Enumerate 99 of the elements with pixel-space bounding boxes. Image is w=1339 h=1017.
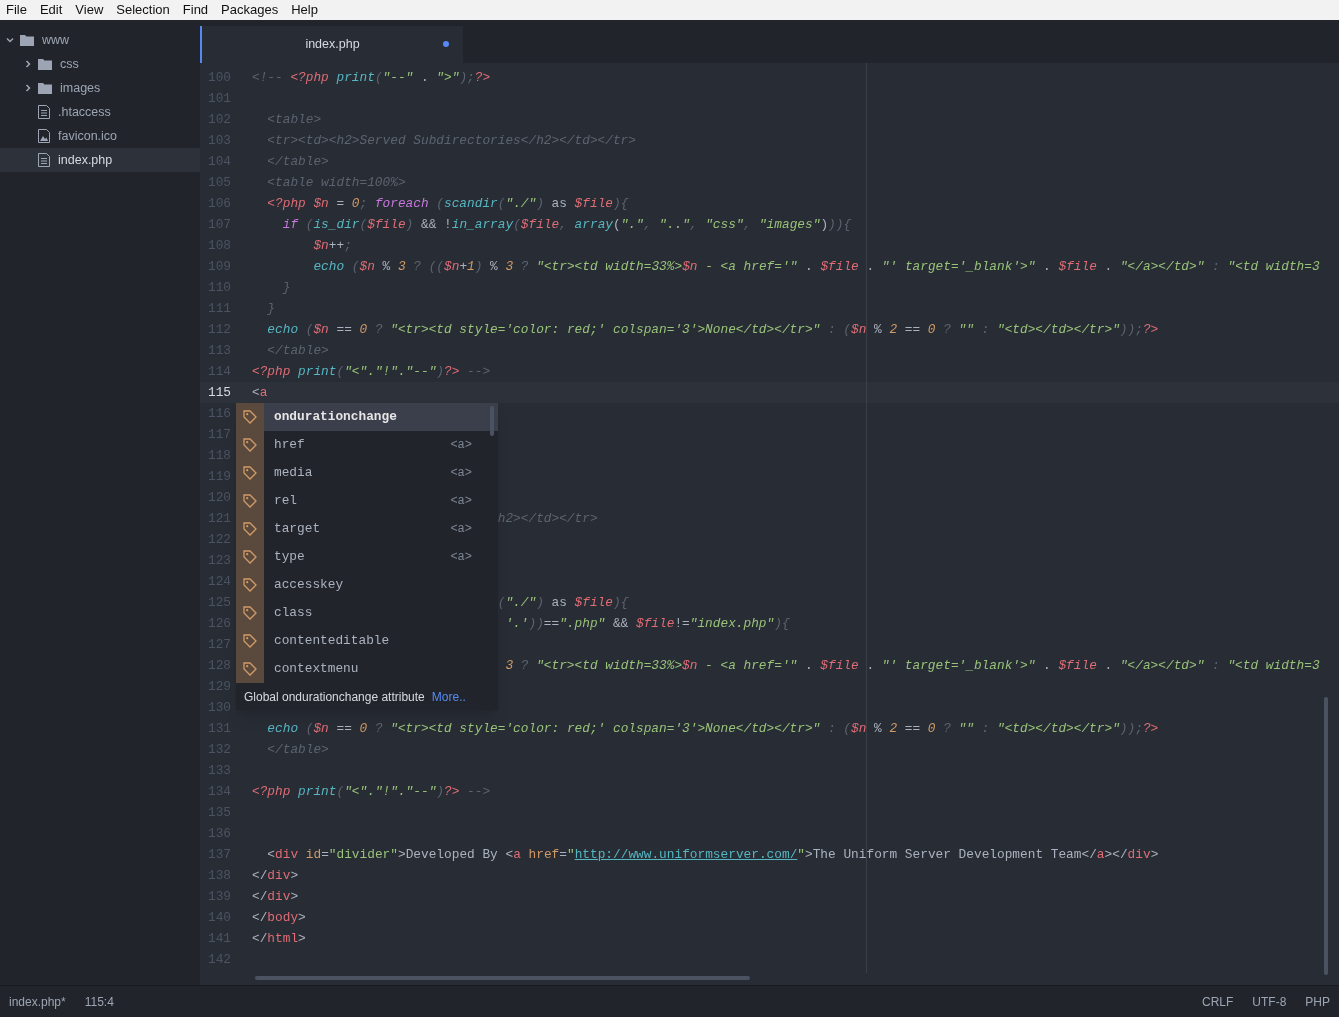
- tag-icon: [243, 634, 257, 648]
- folder-icon: [38, 58, 52, 70]
- file-name: css: [60, 55, 79, 73]
- suggestion-item[interactable]: contextmenu: [236, 655, 498, 683]
- suggestion-type: <a>: [450, 493, 472, 510]
- code-line: </table>: [267, 341, 329, 360]
- suggestion-type: <a>: [450, 521, 472, 538]
- file-icon: [38, 105, 50, 119]
- image-file-icon: [38, 129, 50, 143]
- suggestion-label: rel: [274, 492, 298, 511]
- tag-icon: [243, 466, 257, 480]
- code-line: </table>: [267, 152, 329, 171]
- suggestion-label: class: [274, 604, 313, 623]
- code-line: echo ($n % 3 ? (($n+1) % 3 ? "<tr><td width=33%>$n - <a href='" . $file . "' target='_blank'>" . $file . "</a></td>" : "<td width=3: [313, 257, 1320, 276]
- file-name: .htaccess: [58, 103, 111, 121]
- suggestion-item[interactable]: accesskey: [236, 571, 498, 599]
- code-line: <table width=100%>: [267, 173, 406, 192]
- status-text[interactable]: PHP: [1305, 992, 1330, 1011]
- code-line: </div>: [252, 887, 299, 906]
- code-line: $n++;: [313, 236, 352, 255]
- more-link[interactable]: More..: [431, 687, 466, 706]
- status-text[interactable]: UTF-8: [1252, 992, 1287, 1011]
- status-text[interactable]: index.php*: [9, 992, 66, 1011]
- tag-icon: [243, 410, 257, 424]
- code-line: <!-- <?php print("--" . ">");?>: [252, 68, 491, 87]
- suggestion-label: contextmenu: [274, 660, 359, 679]
- menu-item[interactable]: Edit: [39, 0, 63, 20]
- code-line: <?php print("<"."!"."--")?> -->: [252, 782, 491, 801]
- file-icon: [38, 153, 50, 167]
- tree-item[interactable]: images: [0, 76, 200, 100]
- file-name: images: [60, 79, 101, 97]
- suggestion-item[interactable]: class: [236, 599, 498, 627]
- suggestion-item[interactable]: media <a>: [236, 459, 498, 487]
- horizontal-scrollbar-thumb[interactable]: [255, 976, 750, 980]
- tag-icon: [243, 606, 257, 620]
- suggestion-description: Global ondurationchange attribute: [244, 688, 425, 706]
- code-line: <div id="divider">Developed By <a href="http://www.uniformserver.com/">The Uniform Server Development Team</a></div>: [267, 845, 1159, 864]
- suggestion-item[interactable]: contenteditable: [236, 627, 498, 655]
- suggestion-label: type: [274, 548, 305, 567]
- suggestion-label: contenteditable: [274, 632, 390, 651]
- code-line: if (is_dir($file) && !in_array($file, array(".", "..", "css", "images"))){: [282, 215, 852, 234]
- suggestion-label: ondurationchange: [274, 408, 397, 427]
- suggestion-label: href: [274, 436, 305, 455]
- menu-item[interactable]: Selection: [116, 0, 170, 20]
- menu-item[interactable]: Help: [291, 0, 318, 20]
- code-line: </body>: [252, 908, 306, 927]
- folder-icon: [20, 34, 34, 46]
- suggestion-type: <a>: [450, 549, 472, 566]
- menu-item[interactable]: View: [75, 0, 104, 20]
- code-line: <a: [252, 383, 268, 402]
- code-line: }: [267, 299, 276, 318]
- tree-item[interactable]: www: [0, 28, 200, 52]
- tree-item[interactable]: index.php: [0, 148, 200, 172]
- tag-icon: [243, 438, 257, 452]
- code-line: h2></td></tr>: [497, 509, 598, 528]
- code-line: echo ($n == 0 ? "<tr><td style='color: red;' colspan='3'>None</td></tr>" : ($n % 2 == 0 ? "" : "<td></td></tr>"));?>: [267, 320, 1159, 339]
- status-text[interactable]: CRLF: [1201, 992, 1234, 1011]
- menu-item[interactable]: File: [6, 0, 27, 20]
- file-name: favicon.ico: [58, 127, 118, 145]
- code-line: ("./") as $file){: [497, 593, 629, 612]
- suggestion-item[interactable]: rel <a>: [236, 487, 498, 515]
- tag-icon: [243, 662, 257, 676]
- suggestion-label: target: [274, 520, 321, 539]
- code-line: </table>: [267, 740, 329, 759]
- tab-title: index.php: [305, 36, 360, 54]
- tree-item[interactable]: .htaccess: [0, 100, 200, 124]
- code-line: <?php print("<"."!"."--")?> -->: [252, 362, 491, 381]
- vertical-scrollbar-thumb[interactable]: [1324, 697, 1328, 975]
- suggestion-label: media: [274, 464, 313, 483]
- tag-icon: [243, 522, 257, 536]
- code-line: <table>: [267, 110, 322, 129]
- suggestion-item[interactable]: ondurationchange: [236, 403, 498, 431]
- code-line: '.'))==".php" && $file!="index.php"){: [505, 614, 790, 633]
- menu-item[interactable]: Packages: [221, 0, 279, 20]
- editor-tab[interactable]: index.php: [200, 26, 463, 63]
- code-line: <tr><td><h2>Served Subdirectories</h2></td></tr>: [267, 131, 636, 150]
- file-name: index.php: [58, 151, 113, 169]
- code-line: echo ($n == 0 ? "<tr><td style='color: red;' colspan='3'>None</td></tr>" : ($n % 2 == 0 ? "" : "<td></td></tr>"));?>: [267, 719, 1159, 738]
- suggestion-item[interactable]: href <a>: [236, 431, 498, 459]
- code-line: <?php $n = 0; foreach (scandir("./") as $file){: [267, 194, 629, 213]
- code-line: 3 ? "<tr><td width=33%>$n - <a href='" . $file . "' target='_blank'>" . $file . "</a></td>" : "<td width=3: [505, 656, 1320, 675]
- suggestion-label: accesskey: [274, 576, 344, 595]
- tag-icon: [243, 550, 257, 564]
- line-number: 115: [208, 383, 232, 402]
- folder-icon: [38, 82, 52, 94]
- menu-item[interactable]: Find: [182, 0, 209, 20]
- suggestion-type: <a>: [450, 465, 472, 482]
- suggestion-item[interactable]: type <a>: [236, 543, 498, 571]
- code-line: </div>: [252, 866, 299, 885]
- code-line: }: [282, 278, 291, 297]
- tag-icon: [243, 578, 257, 592]
- suggestion-type: <a>: [450, 437, 472, 454]
- tree-item[interactable]: favicon.ico: [0, 124, 200, 148]
- code-line: </html>: [252, 929, 306, 948]
- tree-item[interactable]: css: [0, 52, 200, 76]
- tag-icon: [243, 494, 257, 508]
- suggestion-item[interactable]: target <a>: [236, 515, 498, 543]
- file-name: www: [42, 31, 70, 49]
- status-text[interactable]: 115:4: [84, 992, 114, 1011]
